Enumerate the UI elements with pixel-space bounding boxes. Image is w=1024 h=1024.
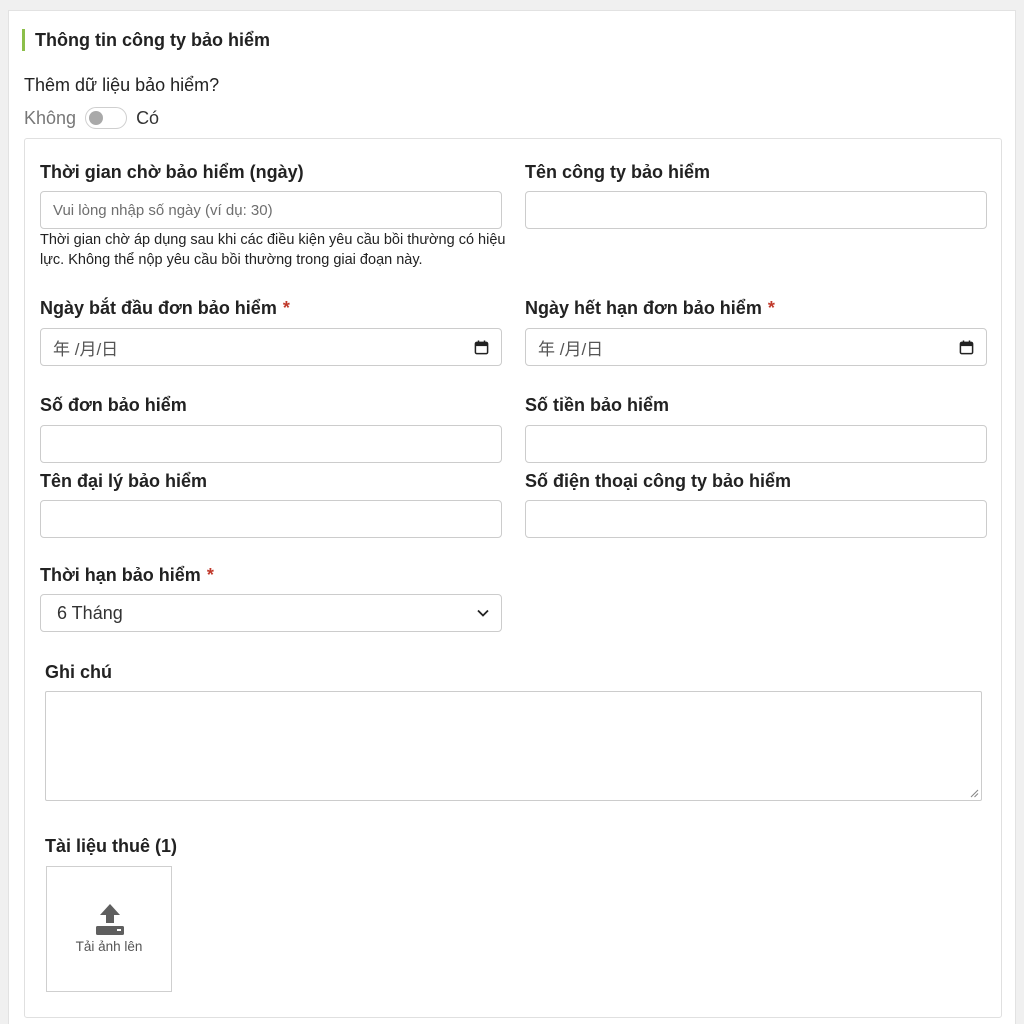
end-date-label: Ngày hết hạn đơn bảo hiểm * — [525, 297, 775, 319]
policy-number-label: Số đơn bảo hiểm — [40, 394, 187, 416]
required-marker: * — [206, 565, 214, 585]
policy-number-label-text: Số đơn bảo hiểm — [40, 395, 187, 415]
end-date-display: 年 /月/日 — [538, 339, 604, 359]
agent-name-input[interactable] — [40, 500, 502, 538]
required-marker: * — [282, 298, 290, 318]
start-date-label: Ngày bắt đầu đơn bảo hiểm * — [40, 297, 290, 319]
upload-icon — [96, 904, 124, 935]
agent-name-label-text: Tên đại lý bảo hiểm — [40, 471, 208, 491]
tax-docs-label: Tài liệu thuê (1) — [45, 835, 177, 857]
resize-grip-icon[interactable] — [969, 788, 979, 798]
upload-label: Tải ảnh lên — [75, 939, 143, 954]
insurer-name-label: Tên công ty bảo hiểm — [525, 161, 710, 183]
term-selected-value: 6 Tháng — [57, 602, 123, 623]
add-insurance-question: Thêm dữ liệu bảo hiểm? — [24, 75, 220, 95]
insurer-name-label-text: Tên công ty bảo hiểm — [525, 162, 711, 182]
upload-image-button[interactable]: Tải ảnh lên — [46, 866, 172, 992]
toggle-on-label: Có — [136, 107, 160, 128]
start-date-display: 年 /月/日 — [53, 339, 119, 359]
waiting-period-label-text: Thời gian chờ bảo hiểm (ngày) — [40, 162, 304, 182]
insurance-toggle-switch[interactable] — [85, 107, 128, 129]
calendar-icon[interactable] — [959, 340, 974, 355]
term-label: Thời hạn bảo hiểm * — [40, 564, 214, 586]
coverage-amount-label: Số tiền bảo hiểm — [525, 394, 669, 416]
section-title: Thông tin công ty bảo hiểm — [22, 29, 270, 51]
notes-label: Ghi chú — [45, 661, 112, 683]
insurer-phone-input[interactable] — [525, 500, 987, 538]
coverage-amount-label-text: Số tiền bảo hiểm — [525, 395, 670, 415]
coverage-amount-input[interactable] — [525, 425, 987, 463]
insurer-phone-label-text: Số điện thoại công ty bảo hiểm — [525, 471, 792, 491]
waiting-period-help: Thời gian chờ áp dụng sau khi các điều k… — [40, 232, 506, 268]
insurer-phone-label: Số điện thoại công ty bảo hiểm — [525, 470, 791, 492]
end-date-input[interactable]: 年 /月/日 — [525, 328, 987, 366]
notes-textarea[interactable] — [45, 691, 982, 801]
notes-label-text: Ghi chú — [45, 662, 112, 682]
start-date-input[interactable]: 年 /月/日 — [40, 328, 502, 366]
calendar-icon[interactable] — [474, 340, 489, 355]
term-label-text: Thời hạn bảo hiểm — [40, 565, 201, 585]
term-select[interactable]: 6 Tháng — [40, 594, 502, 632]
start-date-label-text: Ngày bắt đầu đơn bảo hiểm — [40, 298, 277, 318]
insurer-name-input[interactable] — [525, 191, 987, 229]
tax-docs-label-text: Tài liệu thuê (1) — [45, 836, 178, 856]
chevron-down-icon — [477, 609, 489, 617]
insurance-panel: Thông tin công ty bảo hiểm Thêm dữ liệu … — [8, 10, 1016, 1024]
insurance-toggle-row: Không Có — [24, 105, 159, 131]
required-marker: * — [767, 298, 775, 318]
toggle-knob — [89, 111, 104, 125]
agent-name-label: Tên đại lý bảo hiểm — [40, 470, 207, 492]
waiting-period-placeholder: Vui lòng nhập số ngày (ví dụ: 30) — [53, 201, 273, 219]
insurance-form: Thời gian chờ bảo hiểm (ngày) Vui lòng n… — [24, 138, 1002, 1018]
end-date-label-text: Ngày hết hạn đơn bảo hiểm — [525, 298, 762, 318]
waiting-period-label: Thời gian chờ bảo hiểm (ngày) — [40, 161, 304, 183]
waiting-period-input[interactable]: Vui lòng nhập số ngày (ví dụ: 30) — [40, 191, 502, 229]
toggle-off-label: Không — [24, 107, 77, 128]
policy-number-input[interactable] — [40, 425, 502, 463]
